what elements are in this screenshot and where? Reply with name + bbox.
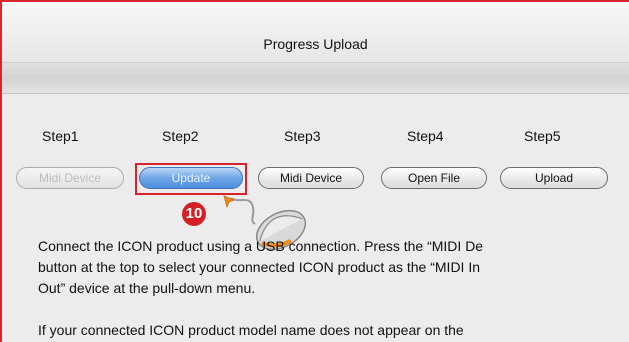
- instructions-text: Connect the ICON product using a USB con…: [38, 236, 629, 341]
- instruction-line: If your connected ICON product model nam…: [38, 322, 464, 338]
- step1-label: Step1: [42, 128, 79, 144]
- step-badge: 10: [182, 202, 206, 226]
- open-file-button[interactable]: Open File: [381, 167, 487, 189]
- step2-label: Step2: [162, 128, 199, 144]
- step4-label: Step4: [407, 128, 444, 144]
- instruction-line: Out” device at the pull-down menu.: [38, 280, 256, 296]
- upload-button[interactable]: Upload: [500, 167, 608, 189]
- midi-device-button[interactable]: Midi Device: [258, 167, 364, 189]
- instruction-line: Connect the ICON product using a USB con…: [38, 238, 484, 254]
- midi-device-button-disabled[interactable]: Midi Device: [16, 167, 124, 189]
- step3-label: Step3: [284, 128, 321, 144]
- cursor-arrow-icon: [223, 195, 236, 209]
- title-bar: Progress Upload: [2, 2, 629, 63]
- instruction-line: button at the top to select your connect…: [38, 259, 481, 275]
- toolbar-strip: [2, 63, 629, 94]
- step5-label: Step5: [524, 128, 561, 144]
- steps-row: Step1 Step2 Step3 Step4 Step5: [0, 128, 627, 148]
- window-title: Progress Upload: [263, 36, 368, 52]
- update-highlight-box: [135, 163, 247, 195]
